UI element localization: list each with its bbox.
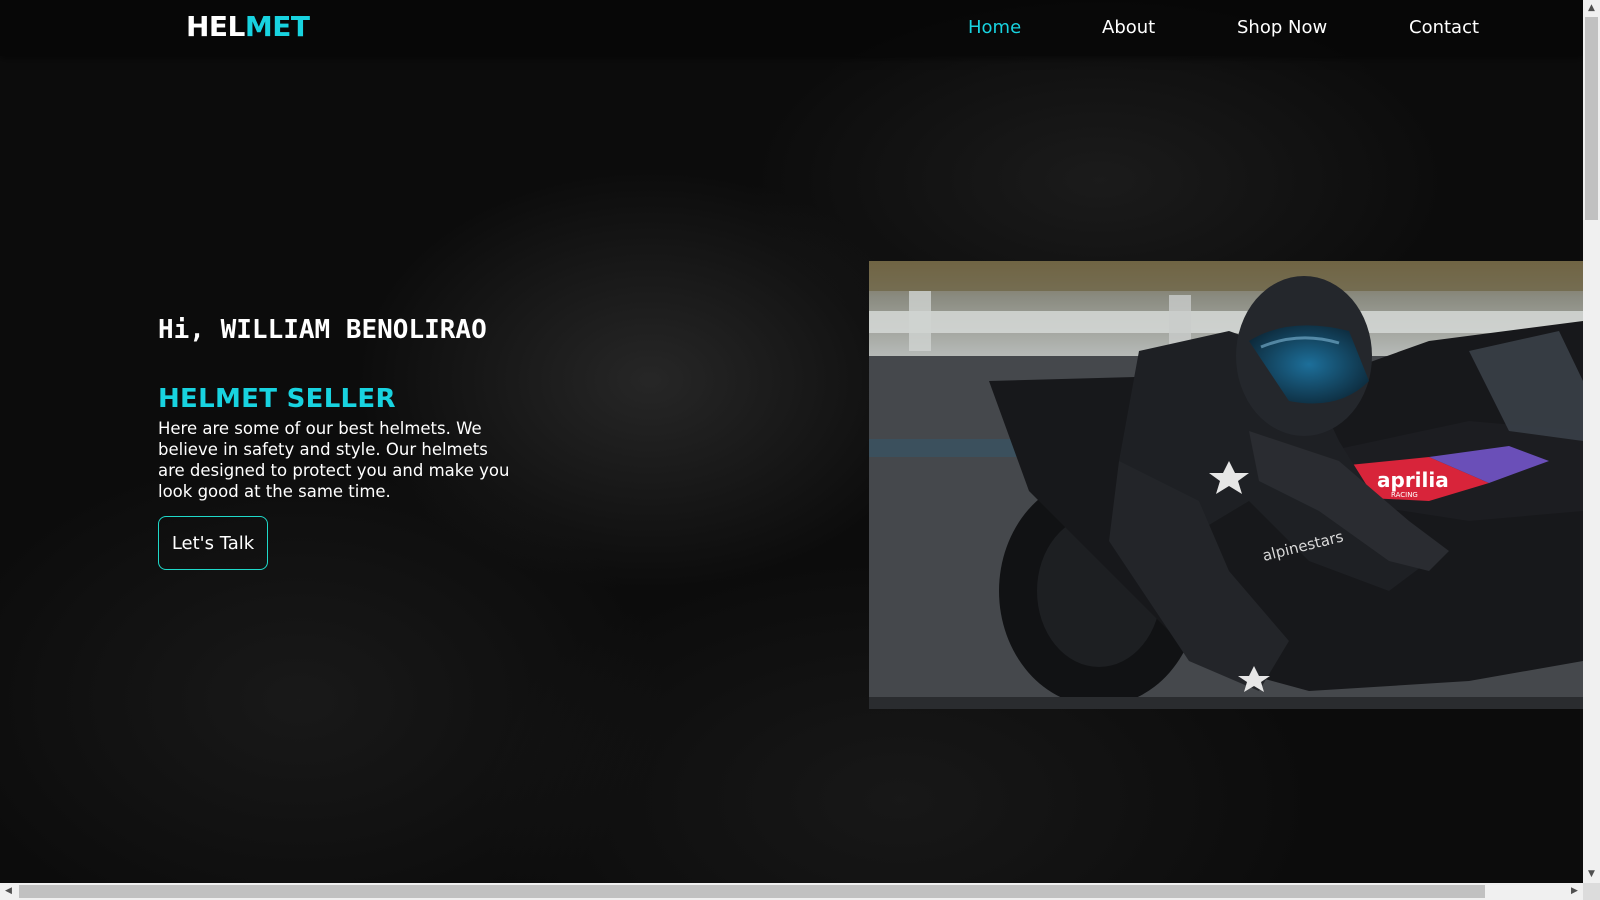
- hero-description: Here are some of our best helmets. We be…: [158, 419, 510, 501]
- scrollbar-corner: [1583, 883, 1600, 900]
- logo-text-white: HEL: [186, 10, 245, 43]
- hero-greeting: Hi, WILLIAM BENOLIRAO: [158, 315, 487, 345]
- logo-text-cyan: MET: [244, 10, 310, 43]
- scroll-up-arrow-icon[interactable]: ▲: [1583, 0, 1600, 17]
- navbar: HELMET Home About Shop Now Contact: [0, 0, 1583, 56]
- page-viewport: HELMET Home About Shop Now Contact Hi, W…: [0, 0, 1583, 883]
- nav-shop-now-link[interactable]: Shop Now: [1237, 17, 1327, 38]
- scroll-right-arrow-icon[interactable]: ▶: [1566, 883, 1583, 900]
- bike-brand-text: aprilia: [1377, 468, 1449, 492]
- lets-talk-button[interactable]: Let's Talk: [158, 516, 268, 570]
- hero-role: HELMET SELLER: [158, 384, 396, 414]
- nav-contact-link[interactable]: Contact: [1409, 17, 1479, 38]
- nav-about-link[interactable]: About: [1102, 17, 1155, 38]
- vertical-scroll-thumb[interactable]: [1585, 17, 1598, 220]
- horizontal-scrollbar[interactable]: ◀ ▶: [0, 883, 1583, 900]
- scroll-down-arrow-icon[interactable]: ▼: [1583, 866, 1600, 883]
- motorcycle-rider-illustration: aprilia RACING alpinestars: [869, 261, 1583, 709]
- nav-home-link[interactable]: Home: [968, 17, 1021, 38]
- site-logo[interactable]: HELMET: [186, 10, 310, 43]
- bike-brand-subtext: RACING: [1391, 491, 1418, 499]
- horizontal-scroll-thumb[interactable]: [19, 885, 1485, 898]
- scroll-left-arrow-icon[interactable]: ◀: [0, 883, 17, 900]
- hero-motorcycle-image: aprilia RACING alpinestars: [869, 261, 1583, 709]
- vertical-scrollbar[interactable]: ▲ ▼: [1583, 0, 1600, 883]
